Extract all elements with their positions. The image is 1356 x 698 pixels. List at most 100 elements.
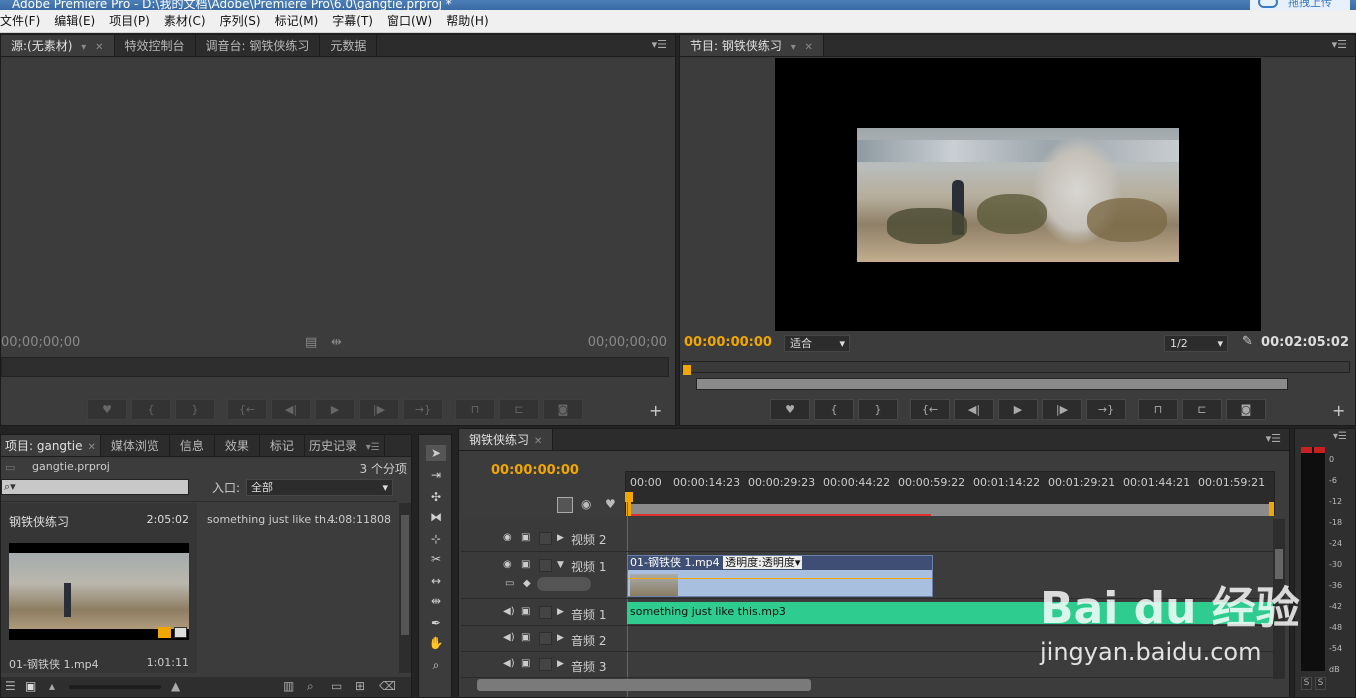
expand-triangle-icon[interactable]: ▶	[557, 607, 564, 617]
sync-lock-icon[interactable]: ▣	[521, 606, 530, 617]
track-select-tool-icon[interactable]: ⇥	[426, 467, 446, 483]
timeline-hscrollbar[interactable]	[477, 679, 811, 691]
display-style-icon[interactable]: ▭	[505, 578, 514, 589]
mark-out-icon[interactable]: }	[858, 399, 898, 420]
tab-media-browser[interactable]: 媒体浏览	[101, 435, 170, 456]
add-button-icon[interactable]: +	[1332, 401, 1345, 420]
close-icon[interactable]: ✕	[95, 42, 103, 53]
new-bin-icon[interactable]: ▭	[331, 679, 342, 693]
fit-dropdown[interactable]: 适合 ▾	[784, 335, 850, 352]
menu-window[interactable]: 窗口(W)	[387, 10, 432, 32]
opacity-line[interactable]	[628, 578, 932, 579]
playhead-marker[interactable]	[683, 365, 691, 375]
overwrite-icon[interactable]: ⊏	[499, 399, 539, 420]
slip-tool-icon[interactable]: ↔	[426, 573, 446, 589]
selection-tool-icon[interactable]: ➤	[426, 445, 446, 461]
tab-metadata[interactable]: 元数据	[320, 35, 378, 56]
search-input[interactable]: ⌕▾	[1, 479, 189, 495]
pen-tool-icon[interactable]: ✒	[426, 615, 446, 631]
scroll-thumb[interactable]	[1275, 549, 1283, 579]
speaker-icon[interactable]: ◀)	[503, 632, 515, 643]
marker-icon[interactable]: ♥	[87, 399, 127, 420]
list-item[interactable]: 钢铁侠练习 2:05:02 01-钢铁侠 1.mp4 1:01:11	[1, 503, 197, 673]
find-icon[interactable]: ⌕	[307, 679, 314, 694]
ripple-edit-tool-icon[interactable]: ✣	[426, 489, 446, 505]
insert-icon[interactable]: ⊓	[455, 399, 495, 420]
snap-icon[interactable]	[557, 497, 573, 513]
zoom-in-icon[interactable]: ▲	[171, 679, 180, 693]
panel-menu-icon[interactable]: ▾☰	[1266, 432, 1281, 445]
step-forward-icon[interactable]: |▶	[359, 399, 399, 420]
goto-in-icon[interactable]: {←	[227, 399, 267, 420]
tab-info[interactable]: 信息	[170, 435, 215, 456]
tab-source[interactable]: 源:(无素材) ▾ ✕	[1, 35, 115, 56]
lift-icon[interactable]: ⊓	[1138, 399, 1178, 420]
mark-in-icon[interactable]: {	[814, 399, 854, 420]
timeline-ruler[interactable]: 00:00 00:00:14:23 00:00:29:23 00:00:44:2…	[625, 471, 1275, 516]
automate-icon[interactable]: ▥	[283, 679, 294, 693]
menu-title[interactable]: 字幕(T)	[332, 10, 373, 32]
new-item-icon[interactable]: ⊞	[355, 679, 365, 693]
program-ruler[interactable]	[682, 361, 1350, 373]
upload-button[interactable]: 拖拽上传	[1250, 0, 1350, 10]
goto-out-icon[interactable]: →}	[403, 399, 443, 420]
add-button-icon[interactable]: +	[649, 401, 662, 420]
set-marker-icon[interactable]: ◉	[581, 497, 591, 511]
source-timecode-current[interactable]: 00;00;00;00	[1, 335, 80, 350]
tab-program[interactable]: 节目: 钢铁侠练习 ▾ ✕	[680, 35, 824, 56]
program-timecode-current[interactable]: 00:00:00:00	[684, 335, 772, 350]
close-icon[interactable]: ✕	[87, 442, 95, 453]
camera-icon[interactable]: ◙	[543, 399, 583, 420]
eye-icon[interactable]: ◉	[503, 559, 512, 570]
menu-marker[interactable]: 标记(M)	[275, 10, 319, 32]
close-icon[interactable]: ✕	[805, 42, 813, 53]
close-icon[interactable]: ✕	[534, 436, 542, 447]
list-item[interactable]: something just like th... 4:08:11808	[199, 503, 397, 533]
zoom-out-icon[interactable]: ▴	[49, 679, 55, 693]
keyframe-navigator[interactable]	[537, 577, 591, 591]
tab-sequence[interactable]: 钢铁侠练习 ✕	[459, 429, 554, 450]
wrench-icon[interactable]: ✎	[1242, 334, 1253, 349]
tab-effects[interactable]: 效果	[215, 435, 260, 456]
step-back-icon[interactable]: ◀|	[271, 399, 311, 420]
solo-button-right[interactable]: S	[1315, 677, 1326, 690]
extract-icon[interactable]: ⊏	[1182, 399, 1222, 420]
speaker-icon[interactable]: ◀)	[503, 606, 515, 617]
play-icon[interactable]: ▶	[315, 399, 355, 420]
lock-toggle[interactable]	[539, 559, 552, 572]
marker-icon[interactable]: ♥	[770, 399, 810, 420]
lock-toggle[interactable]	[539, 658, 552, 671]
tab-markers[interactable]: 标记	[260, 435, 305, 456]
lock-toggle[interactable]	[539, 606, 552, 619]
goto-out-icon[interactable]: →}	[1086, 399, 1126, 420]
mark-out-icon[interactable]: }	[175, 399, 215, 420]
lock-toggle[interactable]	[539, 632, 552, 645]
source-scrubber[interactable]	[1, 357, 669, 377]
menu-project[interactable]: 项目(P)	[109, 10, 150, 32]
tab-effect-controls[interactable]: 特效控制台	[115, 35, 196, 56]
clip-thumbnail[interactable]	[9, 543, 189, 640]
film-icon[interactable]: ▤	[305, 335, 317, 350]
mark-in-icon[interactable]: {	[131, 399, 171, 420]
menu-sequence[interactable]: 序列(S)	[220, 10, 261, 32]
collapse-triangle-icon[interactable]: ▼	[557, 560, 564, 570]
panel-menu-icon[interactable]: ▾☰	[366, 442, 380, 453]
zoom-tool-icon[interactable]: ⌕	[426, 657, 446, 673]
tab-project[interactable]: 项目: gangtie ✕	[1, 435, 101, 456]
resolution-dropdown[interactable]: 1/2 ▾	[1164, 335, 1228, 352]
project-scrollbar[interactable]	[399, 503, 411, 673]
tab-history[interactable]: 历史记录 ▾☰	[305, 435, 385, 456]
rate-stretch-tool-icon[interactable]: ⊹	[426, 531, 446, 547]
panel-menu-icon[interactable]: ▾☰	[1333, 431, 1347, 442]
expand-triangle-icon[interactable]: ▶	[557, 533, 564, 543]
play-icon[interactable]: ▶	[998, 399, 1038, 420]
panel-menu-icon[interactable]: ▾☰	[652, 38, 667, 51]
dropdown-icon[interactable]: ▾	[791, 42, 796, 53]
scroll-thumb[interactable]	[401, 515, 409, 635]
panel-menu-icon[interactable]: ▾☰	[1332, 38, 1347, 51]
dropdown-icon[interactable]: ▾	[81, 42, 86, 53]
playhead-handle[interactable]	[625, 492, 633, 502]
menu-clip[interactable]: 素材(C)	[164, 10, 206, 32]
razor-tool-icon[interactable]: ✂	[426, 551, 446, 567]
step-forward-icon[interactable]: |▶	[1042, 399, 1082, 420]
